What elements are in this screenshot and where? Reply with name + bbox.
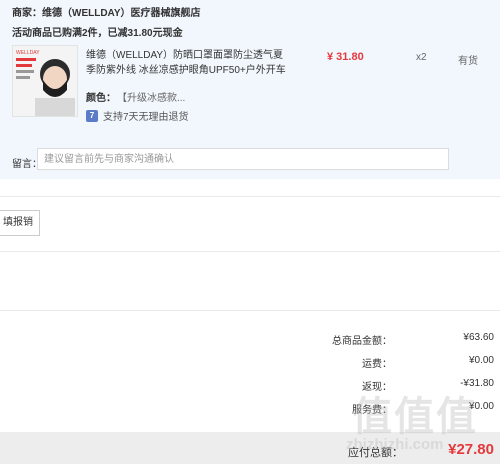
product-quantity: x2 xyxy=(416,52,427,63)
divider xyxy=(0,196,500,197)
freight-value: ¥0.00 xyxy=(468,355,494,366)
divider xyxy=(0,310,500,311)
invoice-button[interactable]: 填报销 xyxy=(0,210,40,236)
payable-value: ¥27.80 xyxy=(448,441,494,458)
remark-input[interactable] xyxy=(37,148,449,170)
order-panel: 商家：维德（WELLDAY）医疗器械旗舰店 活动商品已购满2件，已减31.80元… xyxy=(0,0,500,179)
color-label: 颜色： xyxy=(86,93,116,104)
product-price: ¥ 31.80 xyxy=(327,51,364,63)
stock-status: 有货 xyxy=(458,56,478,67)
total-amount-value: ¥63.60 xyxy=(463,332,494,343)
watermark-site: zhizhizhi.com xyxy=(346,436,444,453)
watermark-logo: 值值值 xyxy=(352,395,478,439)
product-thumbnail[interactable]: WELLDAY xyxy=(12,45,78,117)
thumb-brand-text: WELLDAY xyxy=(16,50,40,56)
divider xyxy=(0,251,500,252)
color-row: 颜色： 【升级冰感款... xyxy=(86,89,185,104)
freight-label: 运费： xyxy=(362,359,392,370)
product-title[interactable]: 维德（WELLDAY）防晒口罩面罩防尘透气夏季防紫外线 冰丝凉感护眼角UPF50… xyxy=(86,48,286,78)
promo-notice: 活动商品已购满2件，已减31.80元现金 xyxy=(12,28,183,39)
total-amount-label: 总商品金额： xyxy=(332,336,392,347)
return-policy[interactable]: 7 支持7天无理由退货 xyxy=(86,108,189,123)
merchant-name[interactable]: 商家：维德（WELLDAY）医疗器械旗舰店 xyxy=(12,4,201,19)
return-policy-icon: 7 xyxy=(86,109,98,122)
color-value: 【升级冰感款... xyxy=(122,93,186,104)
return-policy-text: 支持7天无理由退货 xyxy=(103,112,189,123)
